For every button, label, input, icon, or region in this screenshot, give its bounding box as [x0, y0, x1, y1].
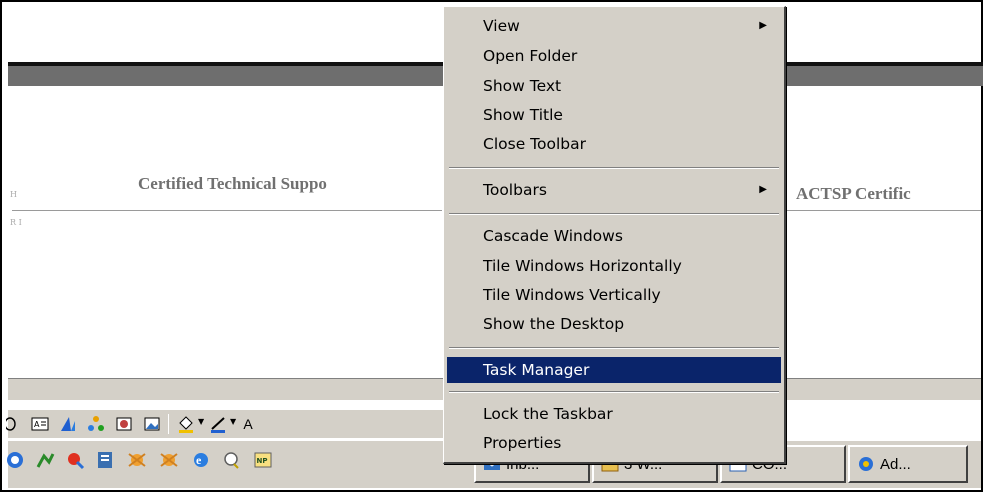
np-icon[interactable]: NP: [252, 449, 274, 471]
menu-item-toolbars[interactable]: Toolbars ▶: [447, 177, 781, 203]
menu-item-label: Properties: [483, 434, 562, 452]
menu-separator: [449, 347, 779, 349]
menu-item-label: Show Text: [483, 77, 562, 95]
menu-item-tile-horizontally[interactable]: Tile Windows Horizontally: [447, 253, 781, 279]
menu-separator: [449, 167, 779, 169]
margin-text-bottom: R I: [10, 218, 22, 227]
menu-item-tile-vertically[interactable]: Tile Windows Vertically: [447, 282, 781, 308]
mascot-icon[interactable]: [158, 449, 180, 471]
menu-item-label: Tile Windows Horizontally: [483, 257, 682, 275]
menu-item-lock-taskbar[interactable]: Lock the Taskbar: [447, 401, 781, 427]
menu-item-properties[interactable]: Properties: [447, 430, 781, 456]
svg-text:A: A: [34, 420, 40, 429]
menu-item-label: Open Folder: [483, 47, 578, 65]
submenu-arrow-icon: ▶: [759, 184, 767, 195]
menu-item-show-desktop[interactable]: Show the Desktop: [447, 311, 781, 337]
diagram-icon[interactable]: [86, 414, 106, 434]
menu-item-label: Toolbars: [483, 181, 547, 199]
menu-separator: [449, 391, 779, 393]
admin-icon: [856, 454, 876, 474]
menu-item-cascade-windows[interactable]: Cascade Windows: [447, 223, 781, 249]
svg-text:NP: NP: [257, 457, 268, 465]
taskbar-button-admin[interactable]: Ad...: [848, 445, 968, 483]
search-icon[interactable]: [220, 449, 242, 471]
menu-item-label: Cascade Windows: [483, 227, 623, 245]
oval-icon[interactable]: [4, 414, 24, 434]
document-rule: [12, 210, 442, 211]
network-icon[interactable]: [34, 449, 56, 471]
margin-text-top: H: [10, 190, 17, 199]
line-color-dropdown-icon[interactable]: ▼: [230, 417, 236, 426]
document-rule: [782, 210, 981, 211]
wordart-icon[interactable]: [58, 414, 78, 434]
outlook-icon[interactable]: [4, 449, 26, 471]
svg-text:e: e: [196, 453, 202, 467]
menu-item-show-title[interactable]: Show Title: [447, 102, 781, 128]
menu-item-show-text[interactable]: Show Text: [447, 73, 781, 99]
menu-item-label: Show Title: [483, 106, 563, 124]
menu-item-label: View: [483, 17, 520, 35]
menu-item-task-manager[interactable]: Task Manager: [447, 357, 781, 383]
notes-icon[interactable]: [94, 449, 116, 471]
font-color-icon[interactable]: A: [238, 414, 258, 434]
picture-icon[interactable]: [142, 414, 162, 434]
menu-item-view[interactable]: View ▶: [447, 13, 781, 39]
text-box-icon[interactable]: A: [30, 414, 50, 434]
drawing-toolbar: A ▼ ▼ A: [6, 410, 448, 438]
menu-separator: [449, 213, 779, 215]
paint-icon[interactable]: [64, 449, 86, 471]
menu-item-open-folder[interactable]: Open Folder: [447, 43, 781, 69]
menu-item-label: Close Toolbar: [483, 135, 586, 153]
toolbar-separator: [168, 414, 169, 434]
mascot-icon[interactable]: [126, 449, 148, 471]
line-color-icon[interactable]: [208, 414, 228, 434]
taskbar-button-label: Ad...: [880, 455, 911, 473]
submenu-arrow-icon: ▶: [759, 20, 767, 31]
menu-item-label: Show the Desktop: [483, 315, 625, 333]
internet-explorer-icon[interactable]: e: [190, 449, 212, 471]
document-heading-right: ACTSP Certific: [796, 184, 911, 203]
fill-color-dropdown-icon[interactable]: ▼: [198, 417, 204, 426]
menu-item-close-toolbar[interactable]: Close Toolbar: [447, 131, 781, 157]
menu-item-label: Lock the Taskbar: [483, 405, 613, 423]
taskbar-context-menu: View ▶ Open Folder Show Text Show Title …: [443, 6, 786, 464]
menu-item-label: Tile Windows Vertically: [483, 286, 661, 304]
menu-item-label: Task Manager: [483, 361, 590, 379]
clip-art-icon[interactable]: [114, 414, 134, 434]
fill-color-icon[interactable]: [176, 414, 196, 434]
document-heading-left: Certified Technical Suppo: [138, 174, 327, 193]
